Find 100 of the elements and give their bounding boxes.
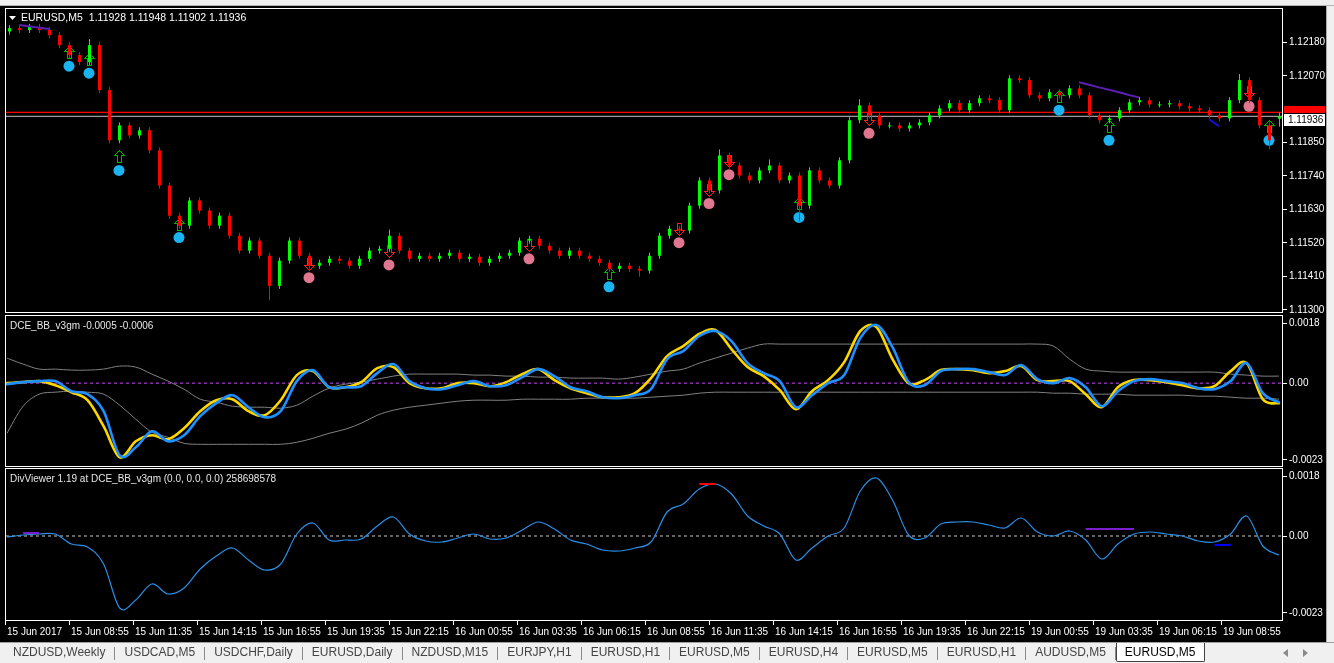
candlestick <box>1038 91 1041 102</box>
time-axis-label: 15 Jun 2017 <box>7 626 63 637</box>
candlestick <box>448 249 451 260</box>
candlestick <box>608 259 611 273</box>
candlestick <box>368 247 371 263</box>
candlestick <box>1258 96 1261 129</box>
candlestick <box>798 172 801 222</box>
price-axis-label: 1.12180 <box>1289 36 1326 49</box>
candlestick <box>878 111 881 129</box>
chart-tab[interactable]: NZDUSD,M15 <box>402 643 498 662</box>
time-axis-label: 15 Jun 14:15 <box>199 626 257 637</box>
candlestick <box>868 101 871 119</box>
candlestick <box>1148 96 1151 108</box>
scroll-right-icon[interactable] <box>1303 649 1308 657</box>
candlestick <box>1018 74 1021 84</box>
caret-icon[interactable] <box>9 15 16 20</box>
time-axis-label: 16 Jun 03:35 <box>519 626 577 637</box>
candlestick <box>358 255 361 270</box>
candlestick <box>918 118 921 129</box>
candlestick <box>258 237 261 260</box>
candlestick <box>188 196 191 230</box>
candlestick <box>488 255 491 267</box>
candlestick <box>278 257 281 290</box>
candlestick <box>698 176 701 210</box>
candlestick <box>738 162 741 180</box>
candlestick <box>1128 98 1131 114</box>
candlestick <box>718 148 721 194</box>
scroll-left-icon[interactable] <box>1283 649 1288 657</box>
candlestick <box>458 249 461 263</box>
candlestick <box>538 235 541 250</box>
chart-tab[interactable]: NZDUSD,Weekly <box>4 643 115 662</box>
candlestick <box>558 247 561 260</box>
candlestick <box>18 24 21 34</box>
chart-tab[interactable]: USDCAD,M5 <box>115 643 205 662</box>
price-axis-label: 1.11630 <box>1289 203 1325 216</box>
candlestick <box>1228 96 1231 122</box>
candlestick <box>168 182 171 220</box>
candlestick <box>48 26 51 39</box>
candlestick <box>78 51 81 66</box>
candlestick <box>88 38 91 66</box>
price-axis-label: 1.11410 <box>1289 270 1325 283</box>
candlestick <box>8 24 11 36</box>
candlestick <box>138 126 141 139</box>
candlestick <box>898 121 901 132</box>
candlestick <box>98 41 101 94</box>
price-axis-label: 1.11740 <box>1289 169 1325 182</box>
candlestick <box>578 247 581 260</box>
candlestick <box>158 146 161 190</box>
candlestick <box>658 232 661 260</box>
candlestick <box>58 31 61 49</box>
candlestick <box>468 253 471 263</box>
value-axis-label: 0.0018 <box>1289 317 1320 329</box>
candlestick <box>808 166 811 210</box>
chart-tab[interactable]: AUDUSD,M5 <box>1026 643 1115 662</box>
candlestick <box>38 23 41 34</box>
candlestick <box>248 237 251 255</box>
chart-tab[interactable]: EURUSD,H4 <box>759 643 848 662</box>
time-axis-label: 15 Jun 22:15 <box>391 626 449 637</box>
candlestick <box>398 232 401 255</box>
chart-tab[interactable]: EURUSD,M5 <box>848 643 937 662</box>
candlestick <box>648 252 651 275</box>
candlestick <box>938 104 941 119</box>
chart-tab[interactable]: EURJPY,H1 <box>498 643 581 662</box>
candlestick <box>1138 96 1141 106</box>
chart-tab[interactable]: EURUSD,M5 <box>1115 643 1205 662</box>
candlestick <box>498 252 501 263</box>
time-axis-label: 16 Jun 22:15 <box>967 626 1025 637</box>
chart-tab[interactable]: EURUSD,H1 <box>937 643 1026 662</box>
candlestick <box>598 255 601 267</box>
value-axis-label: -0.0023 <box>1289 606 1323 619</box>
value-axis-label: 0.00 <box>1289 377 1309 390</box>
chart-tab[interactable]: EURUSD,H1 <box>581 643 670 662</box>
candlestick <box>1048 88 1051 102</box>
candlestick <box>478 253 481 267</box>
candlestick <box>348 257 351 270</box>
candlestick <box>118 121 121 144</box>
candlestick <box>1268 121 1271 150</box>
candlestick <box>518 237 521 257</box>
time-axis-label: 16 Jun 19:35 <box>903 626 961 637</box>
chart-tab[interactable]: USDCHF,Daily <box>205 643 302 662</box>
time-axis-label: 16 Jun 14:15 <box>775 626 833 637</box>
quote-values: 1.11928 1.11948 1.11902 1.11936 <box>88 11 247 24</box>
candlestick <box>428 252 431 263</box>
time-axis-label: 19 Jun 00:55 <box>1031 626 1089 637</box>
price-marker <box>1284 106 1325 114</box>
candlestick <box>438 252 441 263</box>
candlestick <box>618 262 621 273</box>
chart-tab[interactable]: EURUSD,Daily <box>302 643 402 662</box>
candlestick <box>378 245 381 255</box>
candlestick <box>788 172 791 184</box>
candlestick <box>948 99 951 112</box>
time-axis-label: 16 Jun 06:15 <box>583 626 641 637</box>
time-axis-label: 19 Jun 03:35 <box>1095 626 1153 637</box>
candlestick <box>778 162 781 184</box>
price-axis-label: 1.11520 <box>1289 236 1325 249</box>
candlestick <box>68 41 71 59</box>
time-axis-label: 19 Jun 06:15 <box>1159 626 1217 637</box>
candlestick <box>318 259 321 270</box>
candlestick <box>668 225 671 240</box>
chart-tab[interactable]: EURUSD,M5 <box>670 643 759 662</box>
